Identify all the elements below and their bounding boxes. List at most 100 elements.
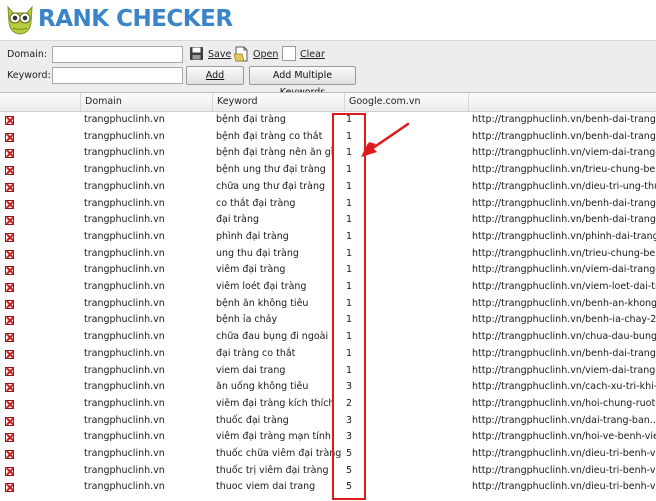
url-cell: http://trangphuclinh.vn/benh-dai-trang-c… [472, 197, 656, 209]
rank-highlight-box [332, 113, 366, 500]
add-button[interactable]: Add [186, 66, 244, 85]
table-row[interactable]: trangphuclinh.vn bệnh đại tràng 1 http://tr… [0, 112, 656, 129]
keyword-cell: bệnh đại tràng co thắt [216, 130, 323, 142]
table-row[interactable]: trangphuclinh.vn ung thu đại tràng 1 http:/… [0, 246, 656, 263]
clear-button[interactable]: Clear [300, 49, 325, 60]
annotation-arrow-icon [361, 122, 410, 157]
domain-input[interactable] [52, 46, 183, 63]
app-header: RANK CHECKER [0, 0, 656, 40]
table-row[interactable]: trangphuclinh.vn viêm đại tràng 1 http://tr… [0, 262, 656, 279]
delete-row-icon[interactable] [5, 232, 14, 242]
table-row[interactable]: trangphuclinh.vn bệnh đại tràng co thắt 1 h… [0, 129, 656, 146]
keyword-cell: co thắt đại tràng [216, 197, 296, 209]
delete-row-icon[interactable] [5, 266, 14, 276]
delete-row-icon[interactable] [5, 366, 14, 376]
clear-label: Clear [300, 49, 325, 60]
table-row[interactable]: trangphuclinh.vn thuốc đại tràng 3 http://t… [0, 413, 656, 430]
table-row[interactable]: trangphuclinh.vn bệnh ung thư đại tràng 1 h… [0, 162, 656, 179]
table-row[interactable]: trangphuclinh.vn thuốc chữa viêm đại tràn… [0, 446, 656, 463]
domain-cell: trangphuclinh.vn [84, 481, 165, 493]
keyword-cell: viêm loét đại tràng [216, 281, 307, 292]
delete-row-icon[interactable] [5, 116, 14, 125]
table-row[interactable]: trangphuclinh.vn co thắt đại tràng 1 http:/… [0, 196, 656, 213]
url-cell: http://trangphuclinh.vn/trieu-chung-benh… [472, 164, 656, 176]
clear-icon[interactable] [282, 46, 296, 61]
domain-cell: trangphuclinh.vn [84, 164, 165, 176]
delete-row-icon[interactable] [5, 399, 14, 409]
column-header-url[interactable] [468, 93, 656, 111]
delete-row-icon[interactable] [5, 450, 14, 459]
delete-row-icon[interactable] [5, 199, 14, 209]
domain-label: Domain: [7, 49, 48, 60]
url-cell: http://trangphuclinh.vn/cach-xu-tri-khi-… [472, 381, 656, 393]
url-cell: http://trangphuclinh.vn/chua-dau-bung-di… [472, 331, 656, 343]
save-label: Save [208, 49, 232, 60]
domain-cell: trangphuclinh.vn [84, 431, 165, 443]
delete-row-icon[interactable] [5, 483, 14, 493]
table-row[interactable]: trangphuclinh.vn ăn uống không tiêu 3 http:… [0, 379, 656, 396]
open-button[interactable]: Open [253, 49, 278, 60]
domain-cell: trangphuclinh.vn [84, 314, 165, 326]
table-row[interactable]: trangphuclinh.vn đại tràng co thắt 1 http:/… [0, 346, 656, 363]
url-cell: http://trangphuclinh.vn/trieu-chung-benh… [472, 247, 656, 259]
keyword-cell: chữa ung thư đại tràng [216, 180, 325, 192]
table-row[interactable]: trangphuclinh.vn bệnh ăn không tiêu 1 http:… [0, 296, 656, 313]
domain-cell: trangphuclinh.vn [84, 114, 165, 125]
open-icon[interactable] [233, 46, 249, 62]
url-cell: http://trangphuclinh.vn/benh-an-khong-ti… [472, 297, 656, 309]
column-header-keyword[interactable]: Keyword [212, 93, 344, 111]
app-logo-text: RANK CHECKER [38, 6, 233, 32]
delete-row-icon[interactable] [5, 433, 14, 443]
table-row[interactable]: trangphuclinh.vn phình đại tràng 1 http://t… [0, 229, 656, 246]
delete-row-icon[interactable] [5, 333, 14, 343]
delete-row-icon[interactable] [5, 383, 14, 393]
delete-row-icon[interactable] [5, 216, 14, 226]
delete-row-icon[interactable] [5, 182, 14, 192]
table-row[interactable]: trangphuclinh.vn viêm đại tràng kích thíc… [0, 396, 656, 413]
table-row[interactable]: trangphuclinh.vn bệnh ỉa chảy 1 http://tran… [0, 312, 656, 329]
delete-row-icon[interactable] [5, 299, 14, 309]
table-row[interactable]: trangphuclinh.vn viêm loét đại tràng 1 http… [0, 279, 656, 296]
domain-cell: trangphuclinh.vn [84, 130, 165, 142]
add-multiple-keywords-button[interactable]: Add Multiple Keywords [249, 66, 356, 98]
delete-row-icon[interactable] [5, 416, 14, 426]
results-grid: Domain Keyword Google.com.vn trangphucli… [0, 92, 656, 501]
table-header: Domain Keyword Google.com.vn [0, 93, 656, 112]
delete-row-icon[interactable] [5, 249, 14, 259]
delete-row-icon[interactable] [5, 166, 14, 176]
keyword-cell: thuốc đại tràng [216, 414, 289, 426]
url-cell: http://trangphuclinh.vn/hoi-ve-benh-viem… [472, 431, 656, 443]
delete-row-icon[interactable] [5, 466, 14, 476]
url-cell: http://trangphuclinh.vn/dieu-tri-benh-vi… [472, 448, 656, 459]
url-cell: http://trangphuclinh.vn/dieu-tri-ung-thu… [472, 180, 656, 192]
table-row[interactable]: trangphuclinh.vn viem dai trang 1 http://tr… [0, 363, 656, 380]
domain-cell: trangphuclinh.vn [84, 247, 165, 259]
save-icon[interactable] [189, 46, 204, 61]
domain-cell: trangphuclinh.vn [84, 230, 165, 242]
url-cell: http://trangphuclinh.vn/dieu-tri-benh-vi… [472, 481, 656, 493]
table-row[interactable]: trangphuclinh.vn bệnh đại tràng nên ăn gì… [0, 145, 656, 162]
delete-row-icon[interactable] [5, 132, 14, 142]
delete-row-icon[interactable] [5, 349, 14, 359]
keyword-input[interactable] [52, 67, 183, 84]
delete-row-icon[interactable] [5, 283, 14, 292]
table-row[interactable]: trangphuclinh.vn thuoc viem dai trang 5 htt… [0, 479, 656, 496]
column-header-google[interactable]: Google.com.vn [344, 93, 468, 111]
table-row[interactable]: trangphuclinh.vn đại tràng 1 http://trangph… [0, 212, 656, 229]
table-row[interactable]: trangphuclinh.vn chữa đau bụng đi ngoài 1 h… [0, 329, 656, 346]
delete-row-icon[interactable] [5, 316, 14, 326]
domain-cell: trangphuclinh.vn [84, 214, 165, 226]
domain-cell: trangphuclinh.vn [84, 147, 165, 159]
column-header-domain[interactable]: Domain [80, 93, 212, 111]
add-label: Add [205, 70, 225, 81]
table-row[interactable]: trangphuclinh.vn thuốc trị viêm đại tràng… [0, 463, 656, 480]
column-header-delete[interactable] [0, 93, 80, 111]
table-row[interactable]: trangphuclinh.vn chữa ung thư đại tràng 1 h… [0, 179, 656, 196]
keyword-cell: viêm đại tràng mạn tính [216, 431, 331, 443]
delete-row-icon[interactable] [5, 149, 14, 159]
domain-cell: trangphuclinh.vn [84, 397, 165, 409]
keyword-cell: bệnh ỉa chảy [216, 314, 278, 326]
open-label: Open [253, 49, 279, 60]
save-button[interactable]: Save [208, 49, 231, 60]
table-row[interactable]: trangphuclinh.vn viêm đại tràng mạn tính 3… [0, 429, 656, 446]
